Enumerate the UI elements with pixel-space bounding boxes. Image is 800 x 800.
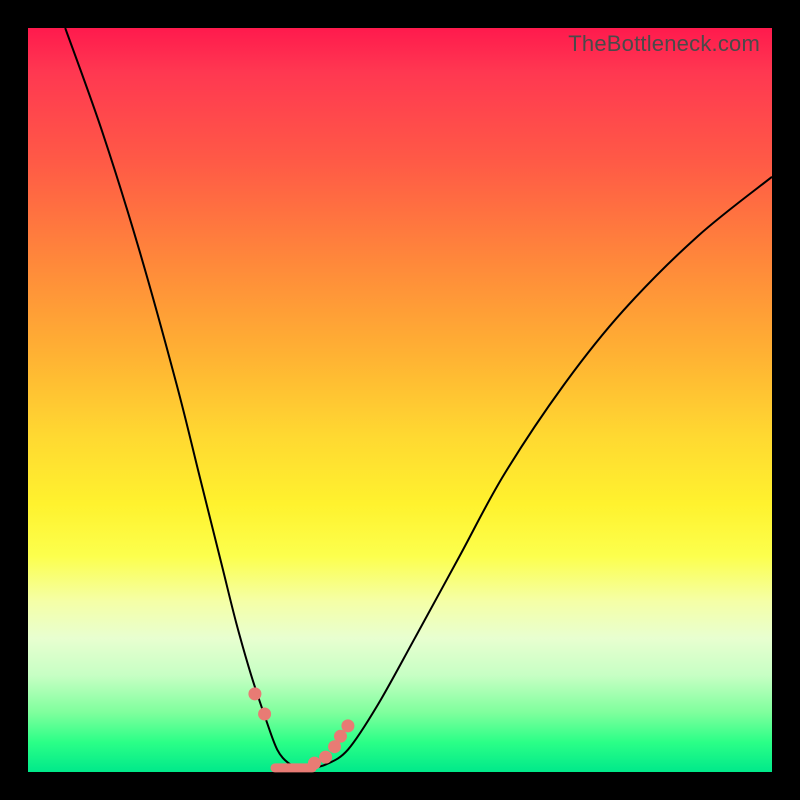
- highlight-dot: [248, 687, 261, 700]
- bottleneck-curve: [65, 28, 772, 768]
- curve-layer: [28, 28, 772, 772]
- chart-frame: TheBottleneck.com: [0, 0, 800, 800]
- highlight-dot: [341, 719, 354, 732]
- plot-area: TheBottleneck.com: [28, 28, 772, 772]
- highlight-dot: [308, 757, 321, 770]
- highlight-dot: [319, 751, 332, 764]
- highlight-dot: [258, 707, 271, 720]
- highlight-dot: [334, 730, 347, 743]
